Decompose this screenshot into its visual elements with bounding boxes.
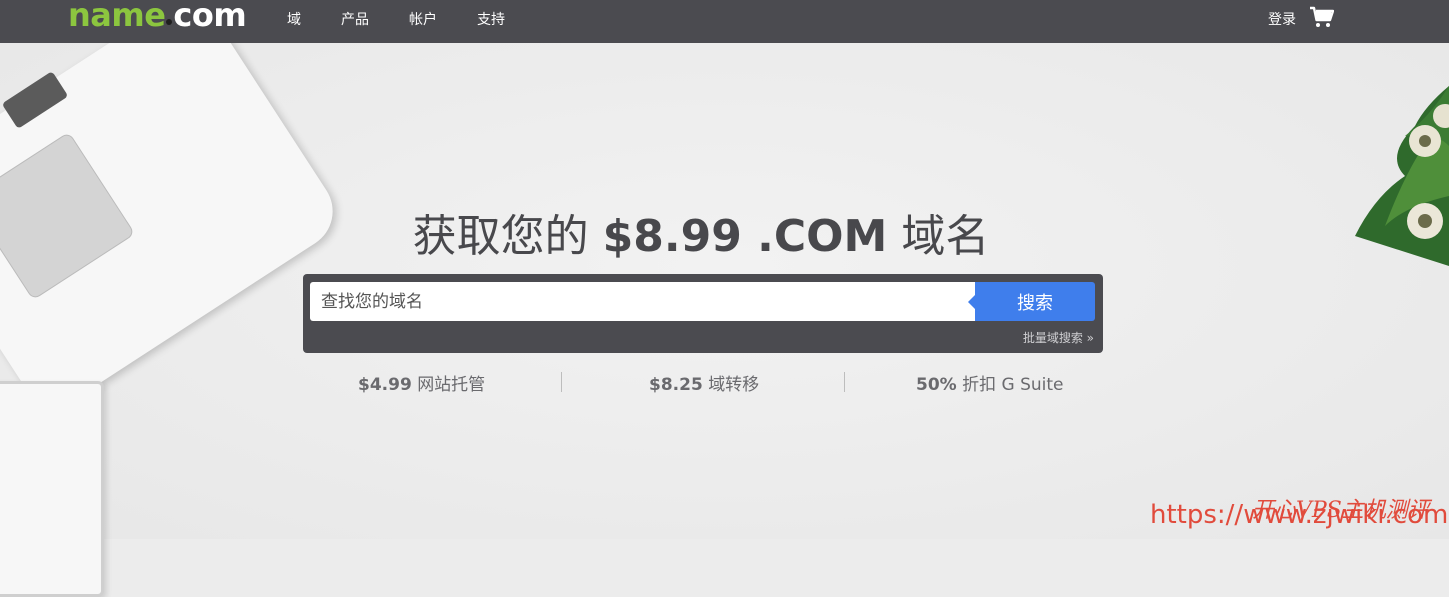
- logo-dot: [166, 19, 173, 25]
- name-com-logo[interactable]: name com: [68, 0, 247, 34]
- promo-g-suite[interactable]: 50% 折扣 G Suite: [916, 370, 1064, 395]
- promo-divider: [561, 372, 562, 392]
- domain-search-box: 搜索 批量域搜索 »: [303, 274, 1103, 353]
- logo-text-name: name: [68, 0, 166, 34]
- top-nav-bar: name com 域 产品 帐户 支持 登录: [0, 0, 1449, 43]
- watermark-text: 开心VPS主机测评: [1252, 498, 1430, 523]
- shopping-cart-icon[interactable]: [1310, 6, 1334, 28]
- promo-links: $4.99 网站托管 $8.25 域转移 50% 折扣 G Suite: [303, 370, 1103, 395]
- promo-price: $4.99: [358, 375, 412, 395]
- nav-item-account[interactable]: 帐户: [409, 9, 437, 29]
- nav-item-support[interactable]: 支持: [477, 9, 505, 29]
- notebook-image: [0, 381, 104, 597]
- domain-search-input[interactable]: [310, 282, 978, 321]
- hero-headline: 获取您的 $8.99 .COM 域名: [0, 200, 1402, 264]
- search-button[interactable]: 搜索: [968, 282, 1095, 321]
- login-link[interactable]: 登录: [1268, 9, 1296, 29]
- promo-divider: [844, 372, 845, 392]
- headline-price: $8.99 .COM: [602, 211, 888, 262]
- promo-label: 折扣 G Suite: [962, 375, 1064, 395]
- promo-price: 50%: [916, 375, 957, 395]
- promo-label: 网站托管: [417, 375, 486, 395]
- headline-prefix: 获取您的: [412, 211, 589, 262]
- bulk-domain-search-link[interactable]: 批量域搜索 »: [1023, 329, 1094, 346]
- promo-label: 域转移: [708, 375, 760, 395]
- promo-web-hosting[interactable]: $4.99 网站托管: [358, 370, 485, 395]
- promo-price: $8.25: [649, 375, 703, 395]
- nav-item-domains[interactable]: 域: [287, 9, 301, 29]
- headline-suffix: 域名: [901, 211, 990, 262]
- nav-item-products[interactable]: 产品: [341, 9, 369, 29]
- logo-text-com: com: [173, 0, 247, 34]
- promo-domain-transfer[interactable]: $8.25 域转移: [649, 370, 759, 395]
